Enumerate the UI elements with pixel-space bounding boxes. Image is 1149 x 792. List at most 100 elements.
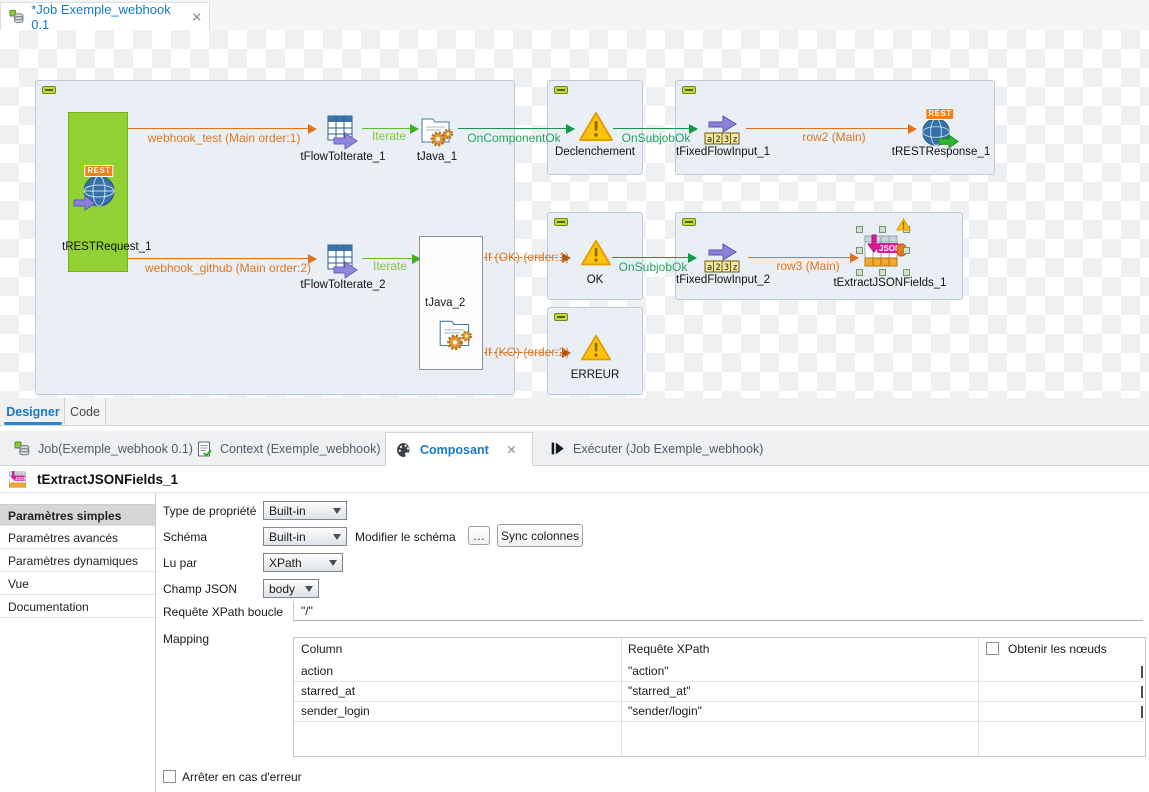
selection-handle[interactable] bbox=[903, 247, 910, 254]
read-by-label: Lu par bbox=[163, 556, 197, 570]
selection-handle[interactable] bbox=[903, 269, 910, 276]
connection-label[interactable]: row3 (Main) bbox=[776, 259, 839, 273]
subjob-collapse-toggle[interactable] bbox=[42, 86, 56, 94]
subjob-collapse-toggle[interactable] bbox=[682, 86, 696, 94]
component-label[interactable]: tExtractJSONFields_1 bbox=[833, 277, 946, 289]
connection-label[interactable]: If (KO) (order:2) bbox=[485, 345, 570, 359]
json-field-select[interactable]: body bbox=[263, 579, 319, 598]
component-label[interactable]: tFixedFlowInput_2 bbox=[676, 274, 770, 286]
chevron-down-icon bbox=[333, 534, 341, 540]
job-design-canvas[interactable]: webhook_test (Main order:1) Iterate OnCo… bbox=[0, 30, 1149, 398]
mapping-row[interactable]: action"action" bbox=[294, 662, 1145, 682]
subjob-collapse-toggle[interactable] bbox=[682, 218, 696, 226]
connection-label[interactable]: OnSubjobOk bbox=[622, 131, 691, 145]
component-label[interactable]: OK bbox=[587, 274, 604, 286]
svg-text:3: 3 bbox=[724, 263, 729, 273]
schema-select[interactable]: Built-in bbox=[263, 527, 347, 546]
connection-webhook-test[interactable] bbox=[128, 128, 316, 129]
component-label[interactable]: tFixedFlowInput_1 bbox=[676, 146, 770, 158]
column-header: Requête XPath bbox=[628, 642, 709, 656]
close-icon[interactable] bbox=[507, 445, 516, 454]
sync-columns-button[interactable]: Sync colonnes bbox=[497, 524, 583, 547]
component-label[interactable]: tJava_1 bbox=[417, 151, 457, 163]
component-label[interactable]: Declenchement bbox=[555, 146, 635, 158]
mapping-table-header: Column Requête XPath Obtenir les nœuds bbox=[294, 638, 1145, 662]
read-by-select[interactable]: XPath bbox=[263, 553, 343, 572]
selection-handle[interactable] bbox=[856, 247, 863, 254]
palette-icon bbox=[396, 442, 412, 458]
schema-label: Schéma bbox=[163, 530, 207, 544]
component-textractjsonfields[interactable]: JSON bbox=[856, 226, 910, 276]
selection-handle[interactable] bbox=[856, 269, 863, 276]
xpath-loop-input[interactable]: "/" bbox=[293, 601, 1143, 621]
component-label[interactable]: tRESTResponse_1 bbox=[892, 146, 990, 158]
component-tflowtoiterate-2-icon[interactable] bbox=[324, 243, 362, 281]
job-icon bbox=[14, 441, 30, 457]
arrowhead bbox=[688, 253, 697, 263]
property-type-select[interactable]: Built-in bbox=[263, 501, 347, 520]
connection-label[interactable]: Iterate bbox=[373, 259, 407, 273]
svg-text:2: 2 bbox=[716, 263, 721, 273]
edit-schema-button[interactable]: … bbox=[468, 526, 490, 545]
job-icon bbox=[9, 9, 24, 25]
json-field-label: Champ JSON bbox=[163, 582, 237, 596]
job-document-tab[interactable]: *Job Exemple_webhook 0.1 bbox=[0, 2, 210, 30]
sidebar-item-parametres-simples[interactable]: Paramètres simples bbox=[0, 504, 155, 526]
component-tjava-1-icon[interactable] bbox=[418, 114, 456, 150]
component-label[interactable]: tFlowToIterate_1 bbox=[300, 151, 385, 163]
tab-code[interactable]: Code bbox=[64, 398, 106, 425]
subjob-collapse-toggle[interactable] bbox=[554, 313, 568, 321]
xpath-loop-label: Requête XPath boucle bbox=[163, 605, 283, 619]
chevron-down-icon bbox=[305, 586, 313, 592]
component-erreur-icon[interactable] bbox=[579, 333, 613, 363]
tab-executer[interactable]: Exécuter (Job Exemple_webhook) bbox=[540, 431, 773, 466]
connection-label[interactable]: If (OK) (order:1) bbox=[485, 250, 570, 264]
selection-handle[interactable] bbox=[879, 269, 886, 276]
sidebar-item-parametres-avances[interactable]: Paramètres avancés bbox=[0, 527, 155, 549]
connection-webhook-github[interactable] bbox=[128, 258, 316, 259]
selection-handle[interactable] bbox=[879, 226, 886, 233]
mapping-table[interactable]: Column Requête XPath Obtenir les nœuds a… bbox=[293, 637, 1146, 757]
close-icon[interactable] bbox=[192, 12, 202, 22]
tab-composant[interactable]: Composant bbox=[385, 432, 533, 466]
subjob-collapse-toggle[interactable] bbox=[554, 218, 568, 226]
stop-on-error-checkbox[interactable] bbox=[163, 770, 176, 783]
tab-job[interactable]: Job(Exemple_webhook 0.1) bbox=[4, 431, 203, 466]
connection-onsubjobok-2[interactable] bbox=[612, 257, 696, 258]
selection-handle[interactable] bbox=[856, 226, 863, 233]
component-tflowtoiterate-1-icon[interactable] bbox=[324, 114, 362, 152]
sidebar-item-documentation[interactable]: Documentation bbox=[0, 596, 155, 618]
connection-label[interactable]: OnSubjobOk bbox=[619, 260, 688, 274]
component-ok-icon[interactable] bbox=[579, 238, 613, 268]
extract-json-fields-icon: JSON bbox=[860, 230, 906, 274]
purple-arrow-icon bbox=[73, 195, 97, 211]
column-header: Column bbox=[301, 642, 342, 656]
connection-oncomponentok[interactable] bbox=[458, 128, 574, 129]
component-tfixedflowinput-1-icon[interactable]: a 2 3 z bbox=[700, 110, 744, 146]
connection-row2[interactable] bbox=[746, 128, 916, 129]
sidebar-item-parametres-dynamiques[interactable]: Paramètres dynamiques bbox=[0, 550, 155, 572]
component-tjava-2[interactable]: tJava_2 bbox=[419, 236, 483, 370]
tab-designer[interactable]: Designer bbox=[2, 398, 64, 425]
get-nodes-checkbox[interactable] bbox=[986, 642, 999, 655]
connection-label[interactable]: row2 (Main) bbox=[802, 130, 865, 144]
connection-label[interactable]: webhook_github (Main order:2) bbox=[145, 261, 311, 275]
component-declenchement-icon[interactable] bbox=[577, 110, 615, 144]
connection-label[interactable]: webhook_test (Main order:1) bbox=[148, 131, 301, 145]
connection-label[interactable]: OnComponentOk bbox=[467, 131, 560, 145]
component-label[interactable]: ERREUR bbox=[571, 369, 620, 381]
svg-text:3: 3 bbox=[724, 135, 729, 145]
connection-label[interactable]: Iterate bbox=[372, 129, 406, 143]
component-tfixedflowinput-2-icon[interactable]: a 2 3 z bbox=[700, 238, 744, 274]
mapping-row[interactable]: starred_at"starred_at" bbox=[294, 682, 1145, 702]
mapping-row[interactable]: sender_login"sender/login" bbox=[294, 702, 1145, 722]
sidebar-item-vue[interactable]: Vue bbox=[0, 573, 155, 595]
connection-onsubjobok-1[interactable] bbox=[613, 128, 697, 129]
tab-context[interactable]: Context (Exemple_webhook) bbox=[186, 431, 391, 466]
component-label[interactable]: tFlowToIterate_2 bbox=[300, 279, 385, 291]
rest-badge: REST bbox=[928, 109, 951, 118]
component-label[interactable]: tRESTRequest_1 bbox=[62, 241, 152, 253]
subjob-collapse-toggle[interactable] bbox=[554, 86, 568, 94]
component-trestresponse-icon[interactable]: REST bbox=[918, 108, 962, 150]
connection-row3[interactable] bbox=[748, 257, 856, 258]
